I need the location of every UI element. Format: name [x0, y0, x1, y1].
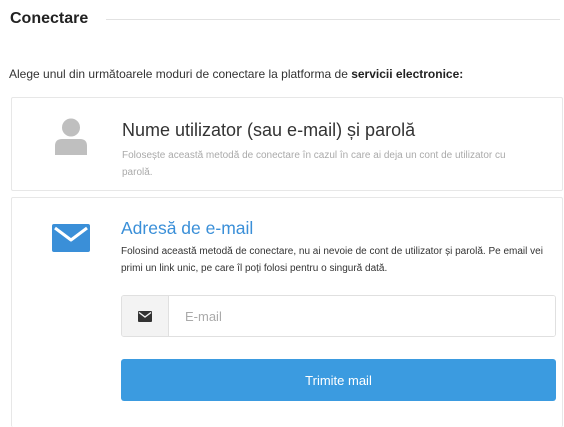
page-header: Conectare: [10, 8, 560, 30]
send-mail-button[interactable]: Trimite mail: [121, 359, 556, 401]
login-option-email: Adresă de e-mail Folosind această metodă…: [11, 197, 563, 427]
login-option-password[interactable]: Nume utilizator (sau e-mail) și parolă F…: [11, 97, 563, 191]
email-input-group: [121, 295, 556, 337]
option-title[interactable]: Nume utilizator (sau e-mail) și parolă: [122, 120, 415, 141]
header-divider: [106, 18, 560, 20]
intro-plain: Alege unul din următoarele moduri de con…: [9, 67, 352, 81]
option-title: Adresă de e-mail: [121, 218, 254, 238]
intro-text: Alege unul din următoarele moduri de con…: [9, 67, 561, 81]
envelope-icon: [52, 224, 90, 252]
option-description: Folosește această metodă de conectare în…: [122, 150, 506, 178]
page-title: Conectare: [10, 10, 89, 27]
option-description: Folosind această metodă de conectare, nu…: [121, 246, 543, 274]
email-field[interactable]: [169, 296, 555, 336]
intro-bold: servicii electronice:: [351, 67, 464, 81]
user-icon: [55, 118, 87, 155]
email-addon: [122, 296, 169, 336]
envelope-icon: [138, 310, 152, 322]
